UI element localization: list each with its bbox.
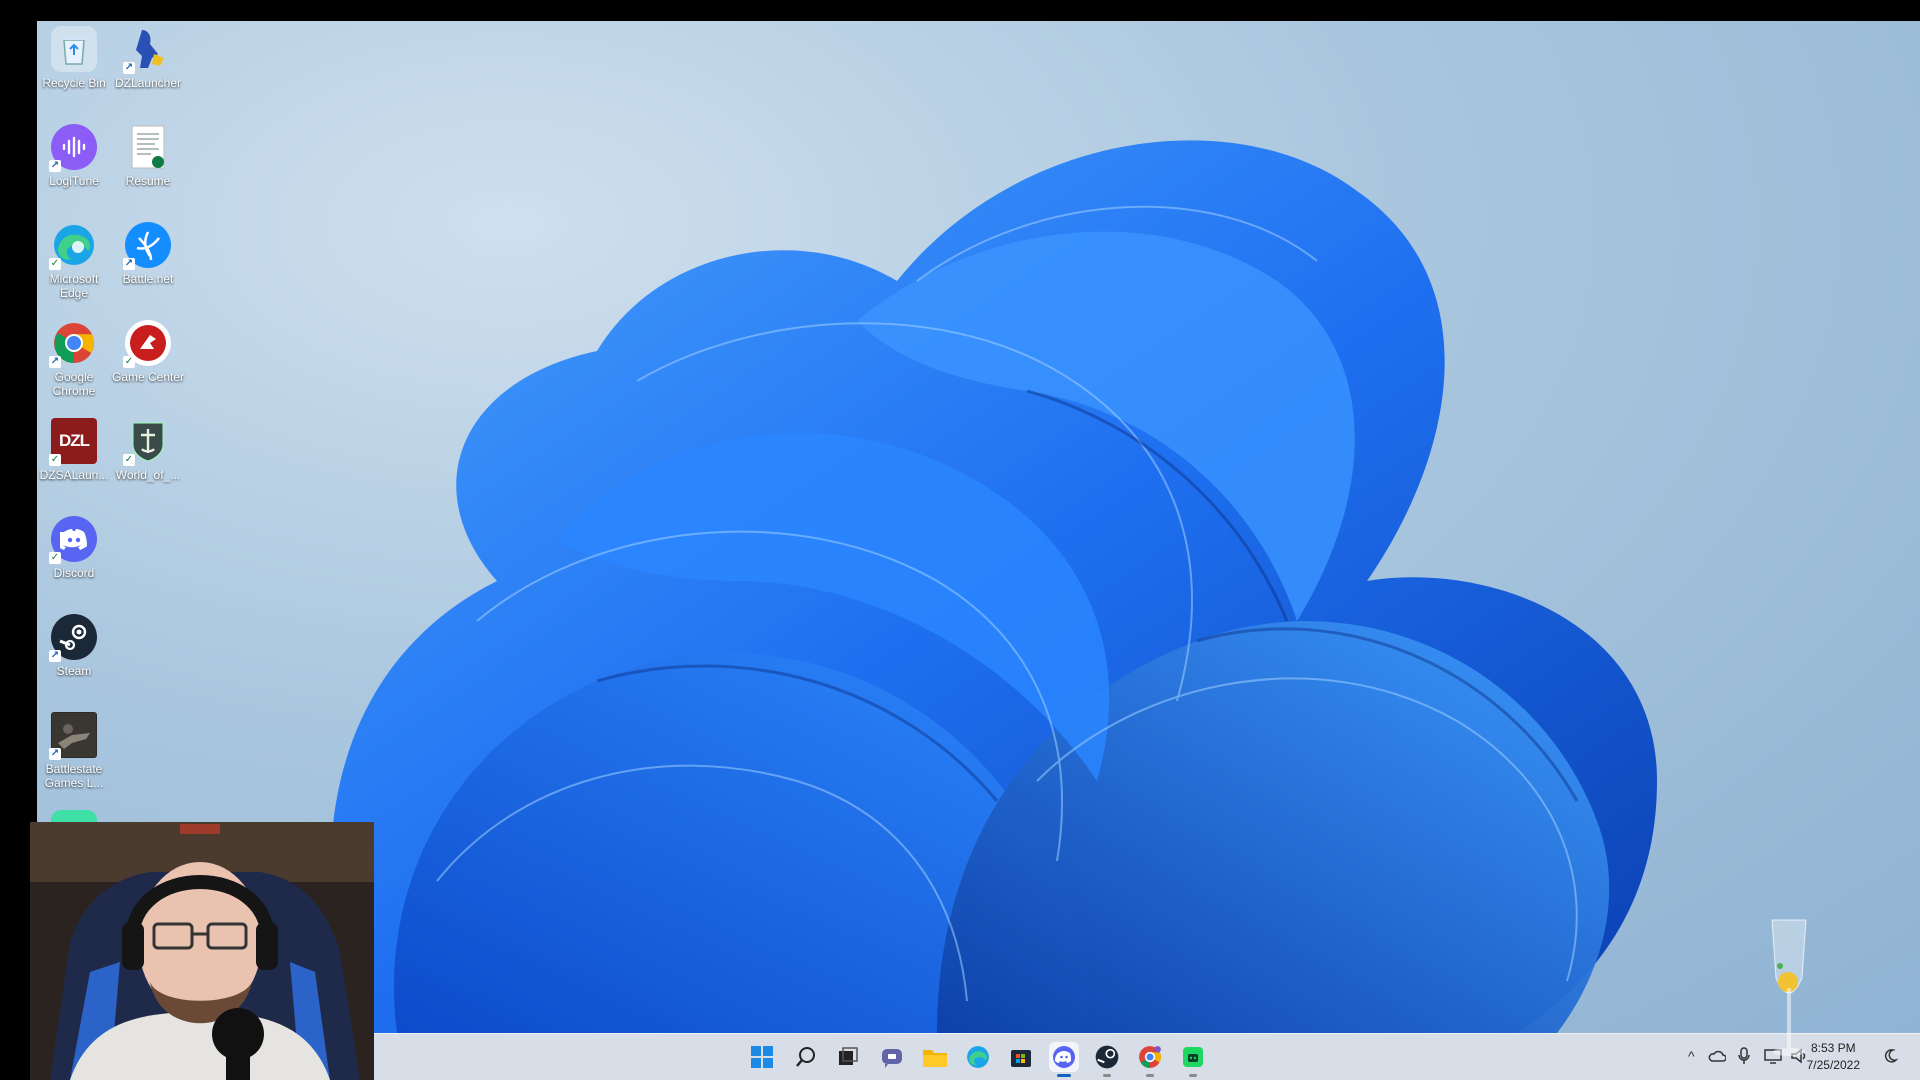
clock-time: 8:53 PM [1810,1041,1856,1055]
desktop-icon-partial[interactable] [51,810,97,822]
desktop-icon-dzsalauncher[interactable]: DZL ✓ DZSALaun... [37,418,111,482]
battlenet-icon: ↗ [123,222,171,270]
bell-decoration-icon [1771,919,1807,1056]
dz-launcher-icon: ↗ [123,26,171,74]
webcam-overlay [30,822,374,1080]
desktop-icon-resume[interactable]: Resume [111,124,185,188]
desktop-icon-label: Microsoft Edge [49,272,99,300]
notifications-moon-icon[interactable] [1882,1048,1898,1064]
teams-chat-icon [882,1049,902,1068]
desktop-icon-label: Steam [56,664,92,678]
active-app-indicator [1057,1074,1071,1077]
desktop-icon-logitune[interactable]: ↗ LogiTune [37,124,111,188]
chrome-icon [1139,1046,1161,1068]
taskbar-app-button[interactable] [1178,1042,1208,1077]
desktop-icon-google-chrome[interactable]: ↗ Google Chrome [37,320,111,398]
recycle-bin-icon [51,26,97,72]
desktop-icon-recycle-bin[interactable]: Recycle Bin [37,26,111,90]
letterbox-top [0,0,1920,21]
sync-check-icon: ✓ [123,356,135,368]
chrome-icon: ↗ [49,320,97,368]
desktop-icon-microsoft-edge[interactable]: ✓ Microsoft Edge [37,222,111,300]
shortcut-arrow-icon: ↗ [123,62,135,74]
steam-icon [1095,1045,1119,1069]
edge-icon [967,1046,989,1068]
desktop-icon-label: DZLauncher [114,76,182,90]
windows-start-icon [751,1046,773,1068]
taskbar-store-button[interactable] [1006,1042,1036,1072]
taskbar: ^ 8:53 PM 7/25/2022 [374,1033,1920,1080]
desktop-icon-game-center[interactable]: ✓ Game Center [111,320,185,384]
taskbar-chrome-button[interactable] [1135,1042,1165,1077]
desktop-icon-label: World_of_... [115,468,181,482]
desktop-icon-discord[interactable]: ✓ Discord [37,516,111,580]
streamer-camera-feed [30,822,374,1080]
desktop-icon-label: Battle.net [122,272,174,286]
desktop-icon-battlenet[interactable]: ↗ Battle.net [111,222,185,286]
file-explorer-icon [923,1050,947,1067]
shortcut-arrow-icon: ↗ [49,650,61,662]
taskbar-start-button[interactable] [747,1042,777,1072]
dzsa-logo-text: DZL [58,431,90,450]
edge-icon: ✓ [49,222,97,270]
world-of-warships-icon: ✓ [123,418,171,466]
taskbar-search-button[interactable] [791,1042,821,1072]
desktop-icon-label: Google Chrome [52,370,96,398]
steam-icon: ↗ [49,614,97,662]
desktop-screen: Recycle Bin ↗ DZLauncher ↗ LogiTune Resu… [0,0,1920,1080]
taskbar-steam-button[interactable] [1092,1042,1122,1077]
sync-check-icon: ✓ [49,552,61,564]
desktop-icon-battlestate-games[interactable]: ↗ Battlestate Games L... [37,712,111,790]
running-app-indicator [1146,1074,1154,1077]
tray-overflow-chevron[interactable]: ^ [1688,1048,1695,1064]
taskbar-chat-button[interactable] [877,1042,907,1072]
taskbar-clock[interactable]: 8:53 PM 7/25/2022 [1807,1040,1860,1074]
battlestate-icon: ↗ [49,712,97,760]
running-app-indicator [1189,1074,1197,1077]
microsoft-store-icon [1011,1050,1031,1067]
taskbar-file-explorer-button[interactable] [920,1042,950,1072]
logitune-icon: ↗ [49,124,97,172]
desktop-icon-label: Discord [53,566,95,580]
desktop-icon-label: Battlestate Games L... [44,762,104,790]
shortcut-arrow-icon: ↗ [123,258,135,270]
shortcut-arrow-icon: ↗ [49,356,61,368]
discord-icon [1053,1046,1075,1068]
desktop-icon-label: Resume [125,174,171,188]
running-app-indicator [1103,1074,1111,1077]
shortcut-arrow-icon: ↗ [49,748,61,760]
shortcut-arrow-icon: ↗ [49,160,61,172]
desktop-icon-label: LogiTune [49,174,99,188]
desktop-icon-steam[interactable]: ↗ Steam [37,614,111,678]
sync-check-icon: ✓ [49,454,61,466]
game-center-icon: ✓ [123,320,171,368]
search-icon [796,1047,815,1067]
sync-check-icon: ✓ [49,258,61,270]
clock-date: 7/25/2022 [1806,1058,1860,1072]
taskbar-discord-button[interactable] [1049,1042,1079,1077]
onedrive-icon[interactable] [1708,1049,1726,1063]
desktop-icon-label: Game Center [111,370,185,384]
document-icon [125,124,171,170]
taskbar-task-view-button[interactable] [833,1042,863,1072]
desktop-icon-label: Recycle Bin [42,76,106,90]
taskbar-edge-button[interactable] [963,1042,993,1072]
microphone-icon[interactable] [1738,1047,1750,1065]
desktop-icon-world-of-warships[interactable]: ✓ World_of_... [111,418,185,482]
dzsa-launcher-icon: DZL ✓ [49,418,97,466]
desktop-icon-dzlauncher[interactable]: ↗ DZLauncher [111,26,185,90]
task-view-icon [839,1047,858,1065]
sync-check-icon: ✓ [123,454,135,466]
discord-icon: ✓ [49,516,97,564]
desktop-icon-label: DZSALaun... [39,468,109,482]
app-icon [1183,1047,1203,1067]
